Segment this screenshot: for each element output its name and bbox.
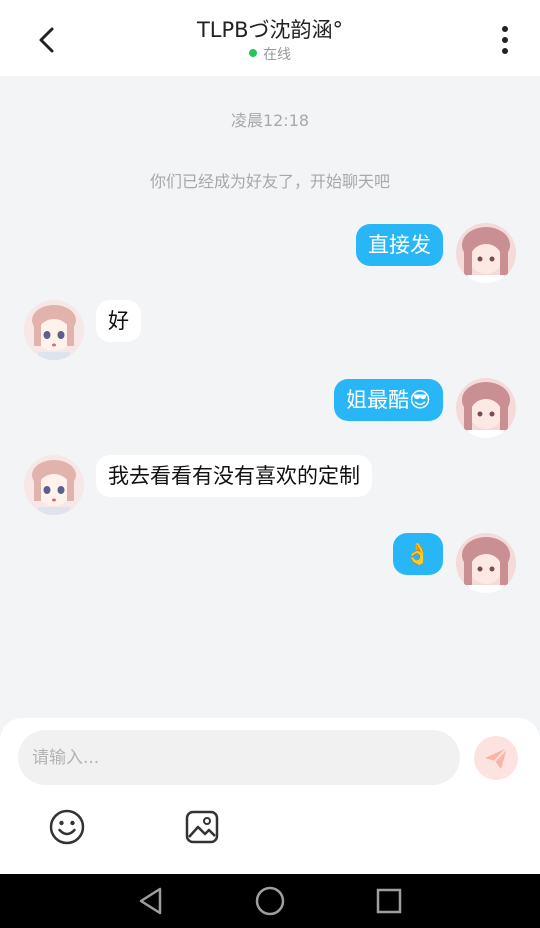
contact-avatar[interactable] — [24, 300, 84, 360]
online-dot-icon — [249, 49, 257, 57]
more-vertical-icon — [502, 26, 508, 54]
nav-home-button[interactable] — [254, 885, 286, 917]
nav-back-button[interactable] — [136, 886, 166, 916]
chat-header: TLPBづ沈韵涵° 在线 — [0, 0, 540, 76]
message-input[interactable] — [18, 730, 460, 785]
nav-recent-button[interactable] — [375, 887, 403, 915]
nav-back-icon — [139, 887, 162, 915]
avatar-image — [456, 533, 516, 593]
avatar-image — [456, 378, 516, 438]
nav-recent-icon — [376, 888, 402, 914]
timestamp: 凌晨12:18 — [230, 111, 310, 130]
my-avatar[interactable] — [456, 533, 516, 593]
contact-name: TLPBづ沈韵涵° — [196, 18, 344, 42]
message-list[interactable]: 凌晨12:18 你们已经成为好友了，开始聊天吧 直接发 好 姐最酷😎 我去看看有… — [0, 76, 540, 718]
online-status-label: 在线 — [263, 47, 291, 63]
emoji-icon — [49, 809, 85, 845]
chat-screen: TLPBづ沈韵涵° 在线 凌晨12:18 你们已经成为好友了，开始聊天吧 直接发 — [0, 0, 540, 928]
send-button[interactable] — [474, 736, 518, 780]
outgoing-message[interactable]: 👌 — [392, 533, 443, 575]
contact-avatar[interactable] — [24, 455, 84, 515]
system-nav-bar — [0, 874, 540, 928]
more-options-button[interactable] — [490, 22, 520, 58]
incoming-message[interactable]: 好 — [96, 300, 141, 342]
system-message: 你们已经成为好友了，开始聊天吧 — [149, 172, 390, 191]
send-icon — [485, 747, 508, 769]
my-avatar[interactable] — [456, 223, 516, 283]
emoji-button[interactable] — [48, 808, 86, 846]
incoming-message[interactable]: 我去看看有没有喜欢的定制 — [96, 455, 372, 497]
avatar-image — [24, 300, 84, 360]
avatar-image — [456, 223, 516, 283]
outgoing-message[interactable]: 直接发 — [356, 224, 443, 266]
image-icon — [185, 810, 219, 844]
avatar-image — [24, 455, 84, 515]
nav-home-icon — [255, 886, 285, 916]
composer — [0, 718, 540, 874]
online-status: 在线 — [0, 44, 540, 64]
my-avatar[interactable] — [456, 378, 516, 438]
outgoing-message[interactable]: 姐最酷😎 — [334, 379, 443, 421]
image-button[interactable] — [184, 808, 220, 846]
